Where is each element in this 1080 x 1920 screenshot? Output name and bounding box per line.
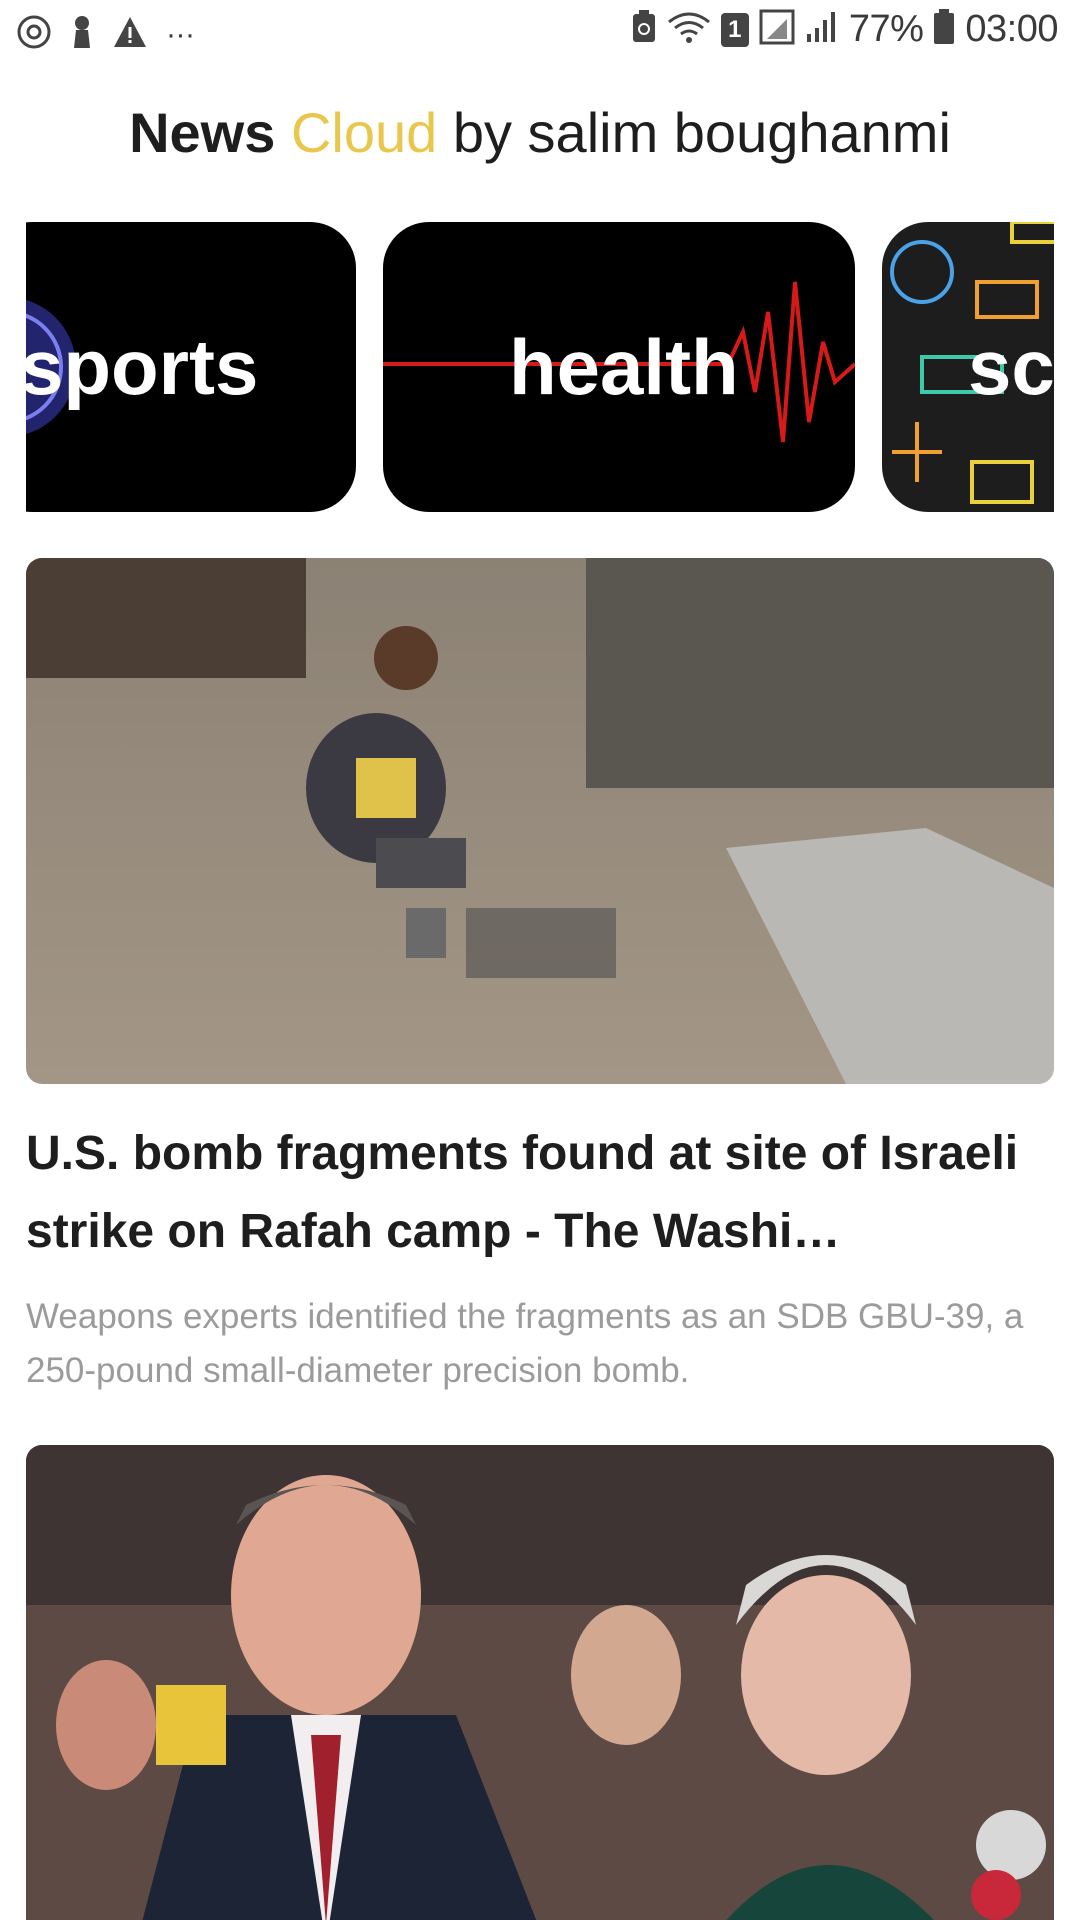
more-notifications-icon: ··· <box>166 17 195 51</box>
keyhole-icon <box>70 14 94 55</box>
category-card-health[interactable]: health <box>383 222 855 512</box>
rubble-photo <box>26 558 1054 1084</box>
clock: 03:00 <box>965 8 1058 50</box>
article-image[interactable] <box>26 1445 1054 1920</box>
app-title: News Cloud by salim boughanmi <box>0 100 1080 165</box>
status-bar: ··· 1 77% 03:00 <box>0 0 1080 66</box>
article-description: Weapons experts identified the fragments… <box>26 1297 1024 1390</box>
title-news: News <box>129 101 276 164</box>
title-cloud: Cloud <box>290 101 438 164</box>
battery-percent: 77% <box>848 8 924 50</box>
title-author: by salim boughanmi <box>452 101 951 164</box>
article-headline[interactable]: U.S. bomb fragments found at site of Isr… <box>26 1115 1054 1271</box>
battery-icon <box>933 9 955 50</box>
category-carousel[interactable]: sports health sc <box>26 222 1054 512</box>
article-image[interactable] <box>26 558 1054 1084</box>
category-label: health <box>509 322 739 411</box>
signal-box-icon <box>759 9 795 50</box>
wifi-icon <box>667 10 711 49</box>
category-label: sports <box>26 322 259 411</box>
category-card-science[interactable]: sc <box>882 222 1054 512</box>
crowd-portrait-photo <box>26 1445 1054 1920</box>
sync-icon <box>16 14 52 55</box>
sim-badge-icon: 1 <box>720 12 749 47</box>
recycle-icon <box>631 10 657 49</box>
warning-icon <box>112 15 148 54</box>
category-label: sc <box>968 322 1054 411</box>
category-card-sports[interactable]: sports <box>26 222 356 512</box>
signal-bars-icon <box>805 10 839 49</box>
